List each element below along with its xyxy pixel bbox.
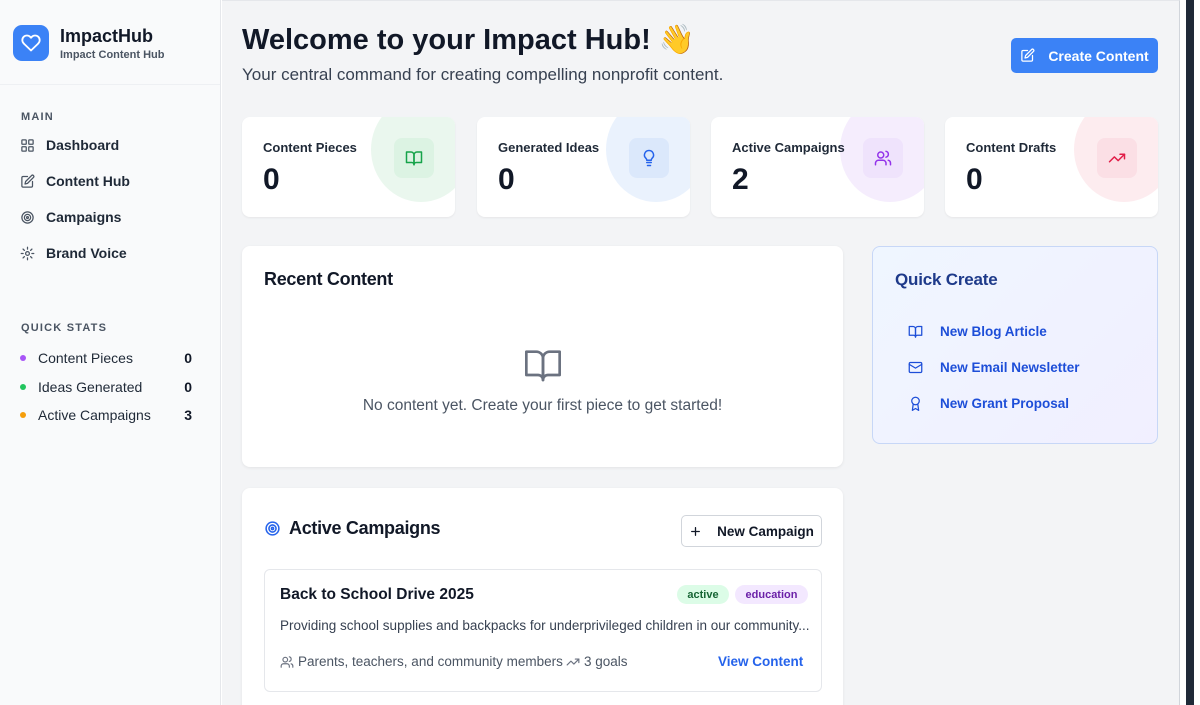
- recent-content-panel: Recent Content No content yet. Create yo…: [242, 246, 843, 467]
- brand[interactable]: ImpactHub Impact Content Hub: [13, 25, 165, 61]
- heart-icon: [13, 25, 49, 61]
- stat-label: Ideas Generated: [38, 379, 143, 395]
- nav-item-campaigns[interactable]: Campaigns: [20, 205, 121, 229]
- target-icon: [21, 210, 34, 224]
- stat-value: 3: [184, 407, 192, 423]
- new-campaign-label: New Campaign: [717, 523, 814, 539]
- trending-up-icon: [566, 658, 580, 665]
- new-grant-proposal-link[interactable]: New Grant Proposal: [908, 396, 1069, 411]
- divider: [0, 84, 220, 85]
- main-content: Welcome to your Impact Hub! 👋 Your centr…: [222, 0, 1180, 705]
- stat-value: 0: [184, 379, 192, 395]
- stat-label: Generated Ideas: [498, 140, 600, 155]
- brand-subtitle: Impact Content Hub: [60, 49, 165, 61]
- page-subtitle: Your central command for creating compel…: [242, 65, 724, 84]
- status-dot: [20, 384, 26, 390]
- view-content-link[interactable]: View Content: [718, 654, 803, 669]
- stat-label: Active Campaigns: [732, 140, 845, 155]
- create-content-button[interactable]: Create Content: [1011, 38, 1158, 73]
- stat-value: 2: [732, 163, 749, 196]
- main-section-label: MAIN: [21, 111, 54, 123]
- campaign-description: Providing school supplies and backpacks …: [280, 618, 810, 633]
- empty-state-text: No content yet. Create your first piece …: [362, 397, 723, 414]
- active-campaigns-title: Active Campaigns: [289, 518, 441, 538]
- dashboard-icon: [21, 138, 34, 152]
- quick-item-label: New Blog Article: [940, 324, 1047, 339]
- scrollbar[interactable]: [1186, 0, 1194, 705]
- stat-card-content-drafts: Content Drafts 0: [945, 117, 1158, 217]
- quick-item-label: New Email Newsletter: [940, 360, 1080, 375]
- nav-item-content-hub[interactable]: Content Hub: [20, 169, 130, 193]
- new-blog-article-link[interactable]: New Blog Article: [908, 324, 1047, 339]
- quick-create-title: Quick Create: [895, 270, 998, 289]
- nav-label: Content Hub: [46, 173, 130, 189]
- nav-item-dashboard[interactable]: Dashboard: [20, 133, 119, 157]
- award-icon: [911, 396, 920, 411]
- campaign-card[interactable]: Back to School Drive 2025 active educati…: [264, 569, 822, 692]
- stat-label: Content Pieces: [263, 140, 357, 155]
- quick-create-panel: Quick Create New Blog Article New Email …: [872, 246, 1158, 444]
- quick-stats-label: QUICK STATS: [21, 322, 108, 334]
- gear-icon: [20, 246, 35, 260]
- recent-content-title: Recent Content: [264, 269, 393, 289]
- stat-label: Content Pieces: [38, 350, 133, 366]
- quick-item-label: New Grant Proposal: [940, 396, 1070, 411]
- plus-icon: [691, 526, 701, 536]
- campaign-goals: 3 goals: [566, 654, 628, 669]
- trending-up-icon: [1097, 138, 1137, 178]
- page-title: Welcome to your Impact Hub! 👋: [242, 24, 695, 56]
- goals-text: 3 goals: [584, 654, 628, 669]
- stat-card-content-pieces: Content Pieces 0: [242, 117, 455, 217]
- stat-label: Content Drafts: [966, 140, 1057, 155]
- mail-icon: [908, 361, 923, 374]
- nav-label: Dashboard: [46, 137, 120, 153]
- sidebar: ImpactHub Impact Content Hub MAIN Dashbo…: [0, 0, 221, 705]
- stat-value: 0: [966, 163, 983, 196]
- nav-label: Brand Voice: [46, 245, 127, 261]
- status-badge: active: [677, 585, 729, 604]
- campaign-audience: Parents, teachers, and community members: [280, 654, 563, 669]
- brand-name: ImpactHub: [60, 26, 154, 46]
- nav-item-brand-voice[interactable]: Brand Voice: [20, 241, 127, 265]
- lightbulb-icon: [629, 138, 669, 178]
- nav-label: Campaigns: [46, 209, 122, 225]
- audience-text: Parents, teachers, and community members: [298, 654, 563, 669]
- book-icon: [394, 138, 434, 178]
- category-badge: education: [735, 585, 808, 604]
- window-edge: [1180, 0, 1200, 705]
- campaign-title: Back to School Drive 2025: [280, 586, 474, 603]
- stat-label: Active Campaigns: [38, 407, 151, 423]
- status-dot: [20, 355, 26, 361]
- new-email-newsletter-link[interactable]: New Email Newsletter: [908, 360, 1080, 375]
- users-icon: [280, 655, 294, 668]
- target-icon: [265, 521, 280, 536]
- book-icon: [525, 350, 561, 382]
- book-icon: [908, 325, 923, 338]
- stat-card-active-campaigns: Active Campaigns 2: [711, 117, 924, 217]
- active-campaigns-panel: Active Campaigns New Campaign Back to Sc…: [242, 488, 843, 705]
- stat-value: 0: [184, 350, 192, 366]
- sidebar-stat-ideas-generated: Ideas Generated 0: [20, 377, 192, 397]
- stat-value: 0: [498, 163, 515, 196]
- edit-icon: [1021, 48, 1035, 62]
- edit-icon: [21, 174, 35, 188]
- users-icon: [863, 138, 903, 178]
- sidebar-stat-content-pieces: Content Pieces 0: [20, 348, 192, 368]
- sidebar-stat-active-campaigns: Active Campaigns 3: [20, 405, 192, 425]
- status-dot: [20, 412, 26, 418]
- stat-value: 0: [263, 163, 280, 196]
- create-content-label: Create Content: [1048, 47, 1149, 64]
- new-campaign-button[interactable]: New Campaign: [681, 515, 822, 547]
- stat-card-generated-ideas: Generated Ideas 0: [477, 117, 690, 217]
